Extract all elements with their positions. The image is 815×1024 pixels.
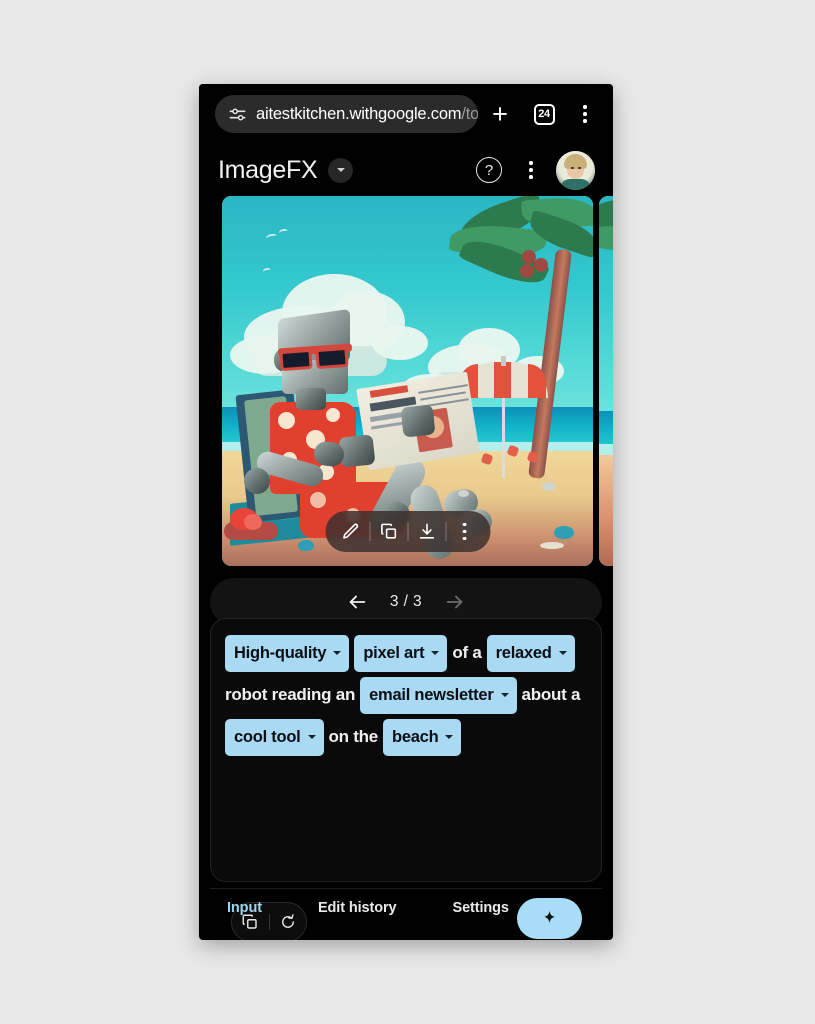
cloud (372, 326, 428, 360)
generated-image[interactable] (222, 196, 593, 566)
previous-image-button[interactable] (342, 587, 372, 617)
robot-neck (296, 388, 326, 410)
shirt-flower (278, 412, 295, 429)
prompt-editor[interactable]: High-quality pixel art of a relaxed robot re… (210, 618, 602, 882)
prompt-text: on the (328, 727, 379, 746)
tab-settings[interactable]: Settings (453, 900, 510, 916)
copy-image-button[interactable] (370, 511, 407, 552)
sunglasses-lens-left (279, 348, 313, 372)
coconut (534, 258, 548, 272)
tab-switcher-button[interactable]: 24 (522, 92, 566, 136)
prompt-chip[interactable]: High-quality (225, 635, 350, 672)
address-bar[interactable]: aitestkitchen.withgoogle.com/too (215, 95, 478, 133)
pencil-icon (342, 523, 358, 539)
phone-frame: aitestkitchen.withgoogle.com/too + 24 Im… (199, 84, 613, 940)
prompt-text: about a (521, 685, 581, 704)
prompt-chip-label: beach (392, 728, 439, 746)
arrow-right-icon (446, 595, 463, 609)
pebble (540, 542, 564, 549)
help-circle-icon: ? (484, 161, 494, 179)
app-header: ImageFX ? (199, 144, 613, 196)
tab-count-badge: 24 (533, 103, 555, 125)
app-switcher-button[interactable] (328, 157, 354, 183)
chevron-down-icon (431, 650, 440, 655)
shirt-flower (326, 408, 340, 422)
page-title: ImageFX (218, 155, 318, 184)
bottom-tab-bar: Input Edit history Settings (210, 888, 602, 940)
umbrella-stripe (494, 362, 511, 398)
robot-elbow (244, 468, 270, 494)
avatar[interactable] (556, 150, 595, 190)
download-icon (419, 523, 434, 539)
umbrella-finial (501, 356, 506, 366)
arrow-left-icon (349, 595, 366, 609)
hibiscus-petal (244, 514, 262, 530)
image-more-button[interactable] (446, 511, 483, 552)
browser-menu-button[interactable] (566, 92, 604, 136)
prompt-token-flow: High-quality pixel art of a relaxed robot re… (225, 635, 587, 761)
sand (599, 455, 613, 566)
next-image-button[interactable] (440, 587, 470, 617)
avatar-eye-left (571, 166, 574, 170)
prompt-chip-label: email newsletter (369, 686, 494, 704)
pebble (458, 490, 469, 497)
prompt-chip[interactable]: beach (383, 719, 462, 756)
shell (298, 540, 314, 551)
prompt-text: robot reading an (225, 685, 356, 704)
umbrella-pole (502, 392, 505, 478)
chevron-down-icon (307, 734, 316, 739)
chevron-down-icon (336, 168, 345, 172)
tab-input[interactable]: Input (227, 900, 262, 916)
image-action-toolbar[interactable] (325, 511, 490, 552)
prompt-chip-label: cool tool (234, 728, 301, 746)
prompt-chip[interactable]: email newsletter (360, 677, 517, 714)
tab-edit-history[interactable]: Edit history (318, 900, 397, 916)
chevron-down-icon (333, 650, 342, 655)
chevron-down-icon (500, 692, 509, 697)
prompt-chip-label: High-quality (234, 644, 327, 662)
url-path: /too (461, 104, 478, 123)
download-image-button[interactable] (408, 511, 445, 552)
kebab-menu-icon (583, 105, 587, 123)
prompt-text: of a (452, 643, 482, 662)
browser-toolbar: aitestkitchen.withgoogle.com/too + 24 (199, 84, 613, 144)
prompt-chip-label: relaxed (495, 644, 552, 662)
robot-hand-left (338, 434, 376, 468)
pebble (542, 482, 556, 491)
image-carousel[interactable] (199, 196, 613, 566)
tune-icon[interactable] (228, 105, 247, 124)
shorts-flower (310, 492, 326, 508)
coconut (520, 264, 534, 278)
prompt-chip[interactable]: relaxed (486, 635, 575, 672)
address-bar-text: aitestkitchen.withgoogle.com/too (256, 105, 478, 124)
app-menu-button[interactable] (520, 155, 542, 185)
avatar-eye-right (578, 166, 581, 170)
shell (554, 526, 574, 539)
edit-image-button[interactable] (332, 511, 369, 552)
page-indicator: 3 / 3 (389, 593, 423, 610)
next-image-preview[interactable] (599, 196, 613, 566)
help-button[interactable]: ? (476, 157, 502, 183)
illustration-scene-next (599, 196, 613, 566)
chevron-down-icon (558, 650, 567, 655)
chevron-down-icon (445, 734, 454, 739)
url-host: aitestkitchen.withgoogle.com (256, 104, 462, 123)
prompt-chip[interactable]: cool tool (225, 719, 324, 756)
prompt-chip-label: pixel art (363, 644, 425, 662)
avatar-body (560, 178, 591, 190)
new-tab-button[interactable]: + (478, 92, 522, 136)
surf-line (599, 443, 613, 455)
plus-icon: + (492, 98, 508, 129)
kebab-menu-icon (529, 161, 533, 179)
robot-hand-right (400, 404, 436, 438)
copy-icon (380, 523, 396, 539)
prompt-chip[interactable]: pixel art (354, 635, 448, 672)
sunglasses-lens-right (315, 346, 349, 370)
kebab-menu-icon (462, 522, 467, 541)
